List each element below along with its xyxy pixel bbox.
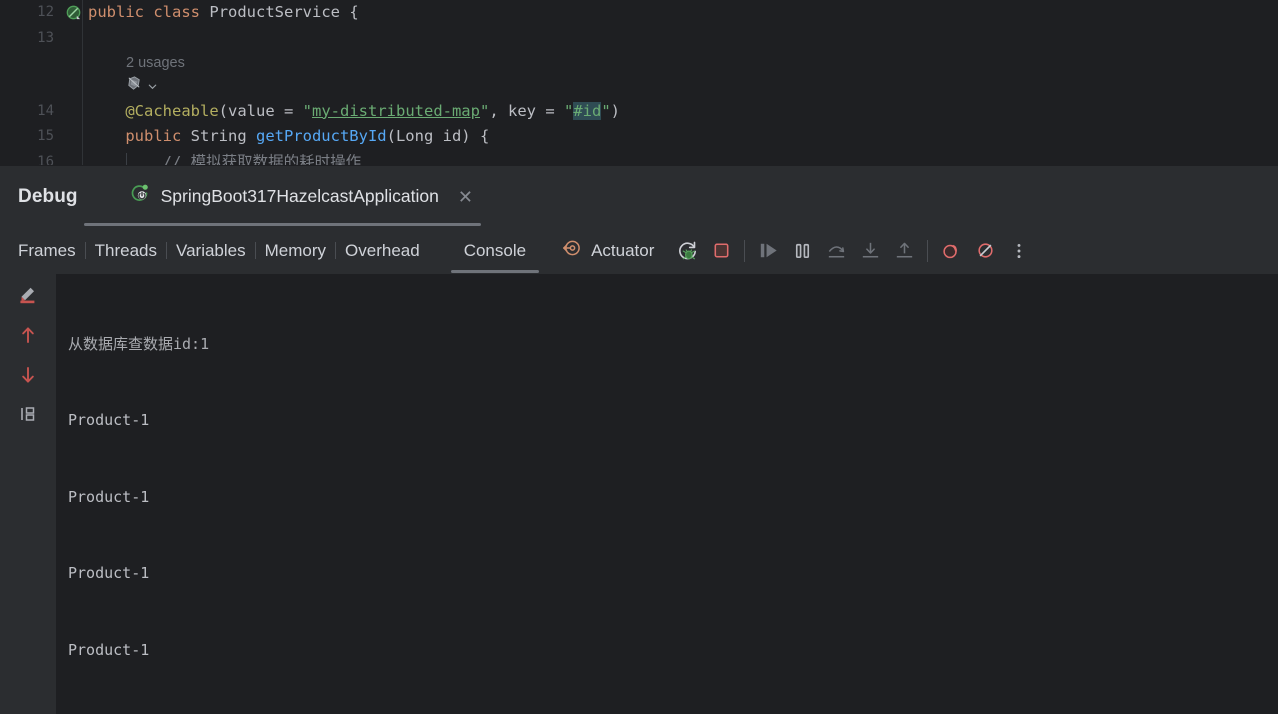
active-tab-underline [83,222,481,226]
spring-boot-run-icon [130,183,152,210]
inlay-usages-hint[interactable]: 2 usages [0,51,1278,77]
actuator-icon [561,237,583,264]
tab-variables[interactable]: Variables [167,241,255,261]
step-out-icon[interactable] [887,234,921,268]
actuator-label: Actuator [591,240,655,260]
code-line-14-text: @Cacheable(value = "my-distributed-map",… [84,99,620,125]
tab-frames[interactable]: Frames [16,241,85,261]
debug-toolbar[interactable]: Frames Threads Variables Memory Overhead… [0,228,1278,274]
token-keyword: public [88,3,144,21]
spring-bean-icon[interactable] [126,75,143,101]
code-line-15[interactable]: 15 public String getProductById(Long id)… [0,124,1278,150]
view-breakpoints-icon[interactable] [934,234,968,268]
print-icon[interactable] [13,400,43,430]
token-keyword: public [125,127,182,145]
token-annotation: @Cacheable [125,101,219,120]
code-line-12-text: public class ProductService { [84,0,359,26]
line-number: 16 [37,153,54,165]
console-panel[interactable]: 从数据库查数据id:1 Product-1 Product-1 Product-… [0,273,1278,714]
mute-breakpoints-icon[interactable] [968,234,1002,268]
line-number: 15 [37,128,54,144]
console-line: 从数据库查数据id:1 [68,334,210,353]
token-spel-key: #id [573,101,602,120]
token-punct: , key = [489,101,564,120]
soft-wrap-icon[interactable] [13,280,43,310]
line-number: 14 [37,102,54,119]
usages-label: 2 usages [126,55,185,71]
code-line-13[interactable]: 13 [0,26,1278,52]
console-line: Product-1 [68,411,150,429]
token-type: String [181,127,256,145]
tab-console-label: Console [463,240,527,260]
tab-console[interactable]: Console [450,228,540,274]
code-line-15-text: public String getProductById(Long id) { [84,124,489,150]
token-brace: { [349,3,359,21]
tab-actuator[interactable]: Actuator [561,237,654,264]
console-line: Product-1 [68,640,150,659]
chevron-down-icon[interactable] [147,75,158,101]
token-params: (Long id) { [386,127,490,145]
code-line-12[interactable]: 12 public class ProductService { [0,0,1278,26]
console-output[interactable]: 从数据库查数据id:1 Product-1 Product-1 Product-… [56,274,1278,714]
token-punct: (value = [218,101,303,120]
run-configuration-tab[interactable]: SpringBoot317HazelcastApplication ✕ [83,166,481,228]
ide-window: 12 public class ProductService { 13 2 us… [0,0,1278,714]
token-quote: " [601,101,611,120]
step-over-icon[interactable] [819,234,853,268]
tab-overhead[interactable]: Overhead [336,241,429,261]
code-line-14[interactable]: 14 @Cacheable(value = "my-distributed-ma… [0,99,1278,125]
debug-tool-window: Debug SpringBoot317HazelcastApplication … [0,164,1278,714]
disabled-breakpoint-icon[interactable] [62,5,84,20]
token-string-link[interactable]: my-distributed-map [312,102,480,120]
more-options-icon[interactable] [1002,234,1036,268]
console-side-toolbar[interactable] [0,273,56,714]
token-quote: " [563,101,574,120]
debug-view-tabs[interactable]: Frames Threads Variables Memory Overhead [16,241,429,261]
debug-header: Debug SpringBoot317HazelcastApplication … [0,166,1278,228]
line-number: 13 [37,29,54,46]
token-punct: ) [610,101,621,120]
tab-memory[interactable]: Memory [256,241,335,261]
code-line-16[interactable]: 16 // 模拟获取数据的耗时操作 [0,150,1278,165]
step-into-icon[interactable] [853,234,887,268]
tab-threads[interactable]: Threads [86,241,166,261]
token-classname: ProductService [209,3,341,21]
token-keyword: class [153,3,201,21]
console-line: Product-1 [68,564,150,582]
line-number: 12 [37,4,54,20]
stop-icon[interactable] [704,234,738,268]
run-configuration-label: SpringBoot317HazelcastApplication [160,186,439,206]
resume-program-icon[interactable] [751,234,785,268]
page-title: Debug [18,185,78,207]
close-icon[interactable]: ✕ [458,188,473,206]
active-tab-underline [450,269,540,273]
spring-bean-gutter-row[interactable] [0,75,1278,101]
pause-program-icon[interactable] [785,234,819,268]
rerun-debug-icon[interactable] [670,234,704,268]
debug-action-buttons[interactable] [670,234,1036,268]
console-line: Product-1 [68,487,150,506]
code-line-16-text: // 模拟获取数据的耗时操作 [84,150,362,165]
token-quote: " [302,101,312,120]
code-lines[interactable]: 12 public class ProductService { 13 2 us… [0,0,1278,165]
toolbar-separator [927,239,929,262]
token-method: getProductById [255,127,387,145]
token-quote: " [479,101,490,120]
scroll-up-icon[interactable] [13,320,43,350]
token-comment: // 模拟获取数据的耗时操作 [162,152,362,165]
scroll-down-icon[interactable] [13,360,43,390]
toolbar-separator [744,239,746,262]
code-editor[interactable]: 12 public class ProductService { 13 2 us… [0,0,1278,165]
